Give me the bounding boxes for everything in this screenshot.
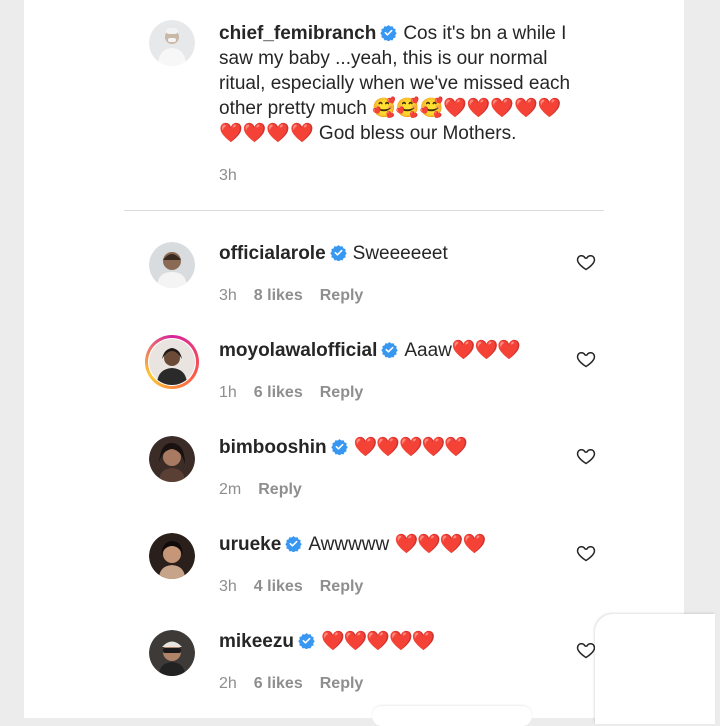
comment-hearts: ❤️❤️❤️: [451, 340, 521, 361]
comment-meta: 2h 6 likes Reply: [219, 675, 380, 693]
likes-count[interactable]: 8 likes: [254, 287, 303, 304]
verified-badge-icon: [330, 439, 348, 455]
comment-row: moyolawalofficial Aaaw❤️❤️❤️ 1h 6 likes Rep…: [124, 327, 604, 417]
reply-button[interactable]: Reply: [320, 578, 364, 595]
like-heart-icon[interactable]: [576, 446, 596, 466]
comment-body: Awwwww: [308, 534, 395, 555]
comment-time: 2h: [219, 675, 237, 692]
comment-hearts: ❤️❤️❤️❤️: [394, 534, 487, 555]
comment-body: Sweeeeeet: [352, 243, 448, 264]
avatar-image: [149, 20, 195, 66]
username-link[interactable]: chief_femibranch: [219, 23, 376, 44]
username-link[interactable]: moyolawalofficial: [219, 340, 377, 361]
avatar[interactable]: [149, 20, 195, 66]
comment-time: 3h: [219, 287, 237, 304]
like-heart-icon[interactable]: [576, 349, 596, 369]
avatar[interactable]: [149, 242, 195, 288]
reply-button[interactable]: Reply: [258, 481, 302, 498]
post-time: 3h: [219, 167, 237, 184]
username-link[interactable]: bimbooshin: [219, 437, 327, 458]
caption-line: saw my baby ...yeah, this is our normal: [219, 48, 548, 69]
comment-text: urueke Awwwww ❤️❤️❤️❤️: [219, 532, 487, 557]
verified-badge-icon: [285, 536, 303, 552]
caption-text: chief_femibranch Cos it's bn a while I sa…: [219, 21, 589, 146]
caption-line: Cos it's bn a while I: [403, 23, 567, 44]
comment-text: bimbooshin ❤️❤️❤️❤️❤️: [219, 435, 468, 460]
verified-badge-icon: [329, 245, 347, 261]
caption-line: other pretty much: [219, 98, 373, 119]
comment-time: 3h: [219, 578, 237, 595]
username-link[interactable]: officialarole: [219, 243, 326, 264]
comment-row: mikeezu ❤️❤️❤️❤️❤️ 2h 6 likes Reply: [124, 618, 604, 708]
avatar[interactable]: [149, 436, 195, 482]
avatar[interactable]: [149, 533, 195, 579]
comment-text: moyolawalofficial Aaaw❤️❤️❤️: [219, 338, 521, 363]
comment-meta: 1h 6 likes Reply: [219, 384, 380, 402]
comment-time: 2m: [219, 481, 242, 498]
like-heart-icon[interactable]: [576, 252, 596, 272]
username-link[interactable]: urueke: [219, 534, 281, 555]
comments-card: chief_femibranch Cos it's bn a while I sa…: [24, 0, 684, 718]
reply-button[interactable]: Reply: [320, 384, 364, 401]
comment-text: mikeezu ❤️❤️❤️❤️❤️: [219, 629, 435, 654]
caption-line: ritual, especially when we've missed eac…: [219, 73, 571, 94]
avatar[interactable]: [149, 339, 195, 385]
comment-row: officialarole Sweeeeeet 3h 8 likes Reply: [124, 230, 604, 320]
verified-badge-icon: [298, 633, 315, 649]
username-link[interactable]: mikeezu: [219, 631, 294, 652]
like-heart-icon[interactable]: [576, 640, 596, 660]
overlay-panel: [595, 614, 715, 724]
avatar-image: [149, 242, 195, 288]
like-heart-icon[interactable]: [576, 543, 596, 563]
reply-button[interactable]: Reply: [320, 287, 364, 304]
comment-hearts: ❤️❤️❤️❤️❤️: [353, 437, 468, 458]
caption-emojis: 🥰🥰🥰❤️❤️❤️❤️❤️: [372, 98, 562, 119]
avatar-image: [149, 436, 195, 482]
likes-count[interactable]: 4 likes: [254, 578, 303, 595]
likes-count[interactable]: 6 likes: [254, 384, 303, 401]
avatar-image: [149, 339, 195, 385]
post-meta: 3h: [219, 167, 254, 185]
comment-meta: 2m Reply: [219, 481, 319, 499]
comment-meta: 3h 8 likes Reply: [219, 287, 380, 305]
comment-text: officialarole Sweeeeeet: [219, 241, 448, 266]
comment-meta: 3h 4 likes Reply: [219, 578, 380, 596]
reply-button[interactable]: Reply: [320, 675, 364, 692]
caption-hearts: ❤️❤️❤️❤️: [219, 123, 314, 144]
comment-time: 1h: [219, 384, 237, 401]
comment-body: Aaaw: [404, 340, 452, 361]
avatar[interactable]: [149, 630, 195, 676]
avatar-image: [149, 630, 195, 676]
comment-row: bimbooshin ❤️❤️❤️❤️❤️ 2m Reply: [124, 424, 604, 514]
comment-row: urueke Awwwww ❤️❤️❤️❤️ 3h 4 likes Reply: [124, 521, 604, 611]
likes-count[interactable]: 6 likes: [254, 675, 303, 692]
overlay-bottom-sheet: [372, 706, 532, 726]
comment-hearts: ❤️❤️❤️❤️❤️: [320, 631, 435, 652]
verified-badge-icon: [381, 342, 399, 358]
post-caption-block: chief_femibranch Cos it's bn a while I sa…: [124, 0, 604, 211]
caption-line: God bless our Mothers.: [313, 123, 517, 144]
verified-badge-icon: [380, 25, 398, 41]
avatar-image: [149, 533, 195, 579]
